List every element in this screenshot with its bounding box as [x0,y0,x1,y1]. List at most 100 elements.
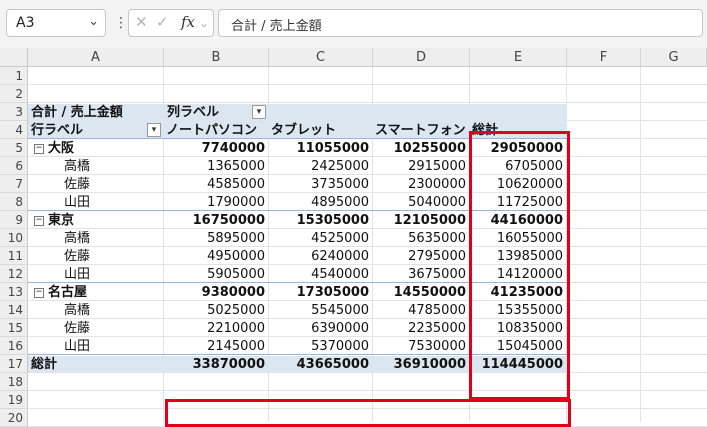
confirm-icon[interactable]: ✓ [156,13,169,31]
column-header-e[interactable]: E [470,48,567,67]
collapse-minus-icon[interactable]: − [34,215,44,226]
pivot-member-row[interactable]: 山田 [64,266,160,284]
pivot-value[interactable]: 1790000 [167,194,265,212]
pivot-subtotal-value[interactable]: 7740000 [167,140,265,158]
pivot-value[interactable]: 5635000 [376,230,466,248]
pivot-value[interactable]: 6240000 [272,248,369,266]
pivot-value[interactable]: 4525000 [272,230,369,248]
column-header-d[interactable]: D [373,48,470,67]
filter-dropdown-icon[interactable]: ▾ [147,123,161,137]
pivot-value[interactable]: 5545000 [272,302,369,320]
row-header-17[interactable]: 17 [0,355,28,373]
row-header-14[interactable]: 14 [0,301,28,319]
name-box[interactable]: A3 ⌄ [6,9,106,37]
pivot-subtotal-value[interactable]: 11055000 [272,140,369,158]
pivot-subtotal-value[interactable]: 16750000 [167,212,265,230]
row-header-3[interactable]: 3 [0,103,28,121]
row-header-7[interactable]: 7 [0,175,28,193]
pivot-group-row[interactable]: − 大阪 [34,140,160,158]
pivot-subtotal-value[interactable]: 10255000 [376,140,466,158]
pivot-column-header[interactable]: タブレット [271,122,369,140]
pivot-value[interactable]: 4950000 [167,248,265,266]
row-header-18[interactable]: 18 [0,373,28,391]
column-header-c[interactable]: C [269,48,373,67]
pivot-value[interactable]: 6390000 [272,320,369,338]
row-header-16[interactable]: 16 [0,337,28,355]
pivot-member-row[interactable]: 佐藤 [64,248,160,266]
insert-function-icon[interactable]: fx [181,13,195,31]
pivot-member-row[interactable]: 山田 [64,194,160,212]
pivot-value[interactable]: 5040000 [376,194,466,212]
row-header-6[interactable]: 6 [0,157,28,175]
pivot-value[interactable]: 7530000 [376,338,466,356]
pivot-subtotal-value[interactable]: 12105000 [376,212,466,230]
pivot-subtotal-value[interactable]: 15305000 [272,212,369,230]
formula-input[interactable]: 合計 / 売上金額 [218,9,703,37]
pivot-value[interactable]: 3735000 [272,176,369,194]
pivot-member-row[interactable]: 佐藤 [64,176,160,194]
select-all-corner[interactable] [0,48,28,67]
pivot-member-row[interactable]: 山田 [64,338,160,356]
pivot-subtotal-value[interactable]: 17305000 [272,284,369,302]
row-header-20[interactable]: 20 [0,409,28,427]
pivot-value[interactable]: 2210000 [167,320,265,338]
pivot-value[interactable]: 5895000 [167,230,265,248]
more-options-icon[interactable]: ⋮ [114,15,128,31]
row-header-5[interactable]: 5 [0,139,28,157]
row-header-12[interactable]: 12 [0,265,28,283]
row-header-8[interactable]: 8 [0,193,28,211]
row-header-1[interactable]: 1 [0,67,28,85]
collapse-minus-icon[interactable]: − [34,287,44,298]
pivot-member-row[interactable]: 高橋 [64,230,160,248]
column-header-b[interactable]: B [164,48,269,67]
pivot-column-header[interactable]: ノートパソコン [166,122,265,140]
pivot-group-row[interactable]: − 名古屋 [34,284,160,302]
pivot-value[interactable]: 4585000 [167,176,265,194]
pivot-value-label[interactable]: 合計 / 売上金額 [31,104,160,122]
pivot-value[interactable]: 2145000 [167,338,265,356]
pivot-subtotal-value[interactable]: 9380000 [167,284,265,302]
pivot-value[interactable]: 4785000 [376,302,466,320]
pivot-value[interactable]: 2235000 [376,320,466,338]
column-header-a[interactable]: A [28,48,164,67]
chevron-down-icon[interactable]: ⌄ [199,16,209,30]
pivot-grand-total-value[interactable]: 36910000 [376,356,466,374]
row-header-11[interactable]: 11 [0,247,28,265]
pivot-row-labels[interactable]: 行ラベル [31,122,160,140]
filter-dropdown-icon[interactable]: ▾ [252,105,266,119]
pivot-value[interactable]: 4895000 [272,194,369,212]
pivot-value[interactable]: 2425000 [272,158,369,176]
cancel-icon[interactable]: ✕ [135,13,148,31]
pivot-value[interactable]: 3675000 [376,266,466,284]
pivot-member-row[interactable]: 高橋 [64,302,160,320]
pivot-value[interactable]: 5025000 [167,302,265,320]
pivot-value[interactable]: 2300000 [376,176,466,194]
pivot-value[interactable]: 5370000 [272,338,369,356]
collapse-minus-icon[interactable]: − [34,143,44,154]
pivot-grand-total-value[interactable]: 33870000 [167,356,265,374]
pivot-value[interactable]: 2915000 [376,158,466,176]
row-header-2[interactable]: 2 [0,85,28,103]
row-header-9[interactable]: 9 [0,211,28,229]
pivot-subtotal-value[interactable]: 14550000 [376,284,466,302]
pivot-value[interactable]: 5905000 [167,266,265,284]
column-header-f[interactable]: F [567,48,641,67]
pivot-grand-total-label[interactable]: 総計 [31,356,160,374]
row-header-4[interactable]: 4 [0,121,28,139]
row-header-10[interactable]: 10 [0,229,28,247]
column-header-g[interactable]: G [641,48,707,67]
row-header-15[interactable]: 15 [0,319,28,337]
pivot-member-row[interactable]: 佐藤 [64,320,160,338]
pivot-grand-total-value[interactable]: 43665000 [272,356,369,374]
row-header-13[interactable]: 13 [0,283,28,301]
pivot-member-row[interactable]: 高橋 [64,158,160,176]
pivot-value[interactable]: 2795000 [376,248,466,266]
pivot-value[interactable]: 1365000 [167,158,265,176]
pivot-value[interactable]: 4540000 [272,266,369,284]
row-header-19[interactable]: 19 [0,391,28,409]
pivot-group-row[interactable]: − 東京 [34,212,160,230]
chevron-down-icon[interactable]: ⌄ [88,14,99,29]
gridline [28,390,707,391]
pivot-column-labels[interactable]: 列ラベル [167,104,265,122]
pivot-column-header[interactable]: スマートフォン [375,122,466,140]
